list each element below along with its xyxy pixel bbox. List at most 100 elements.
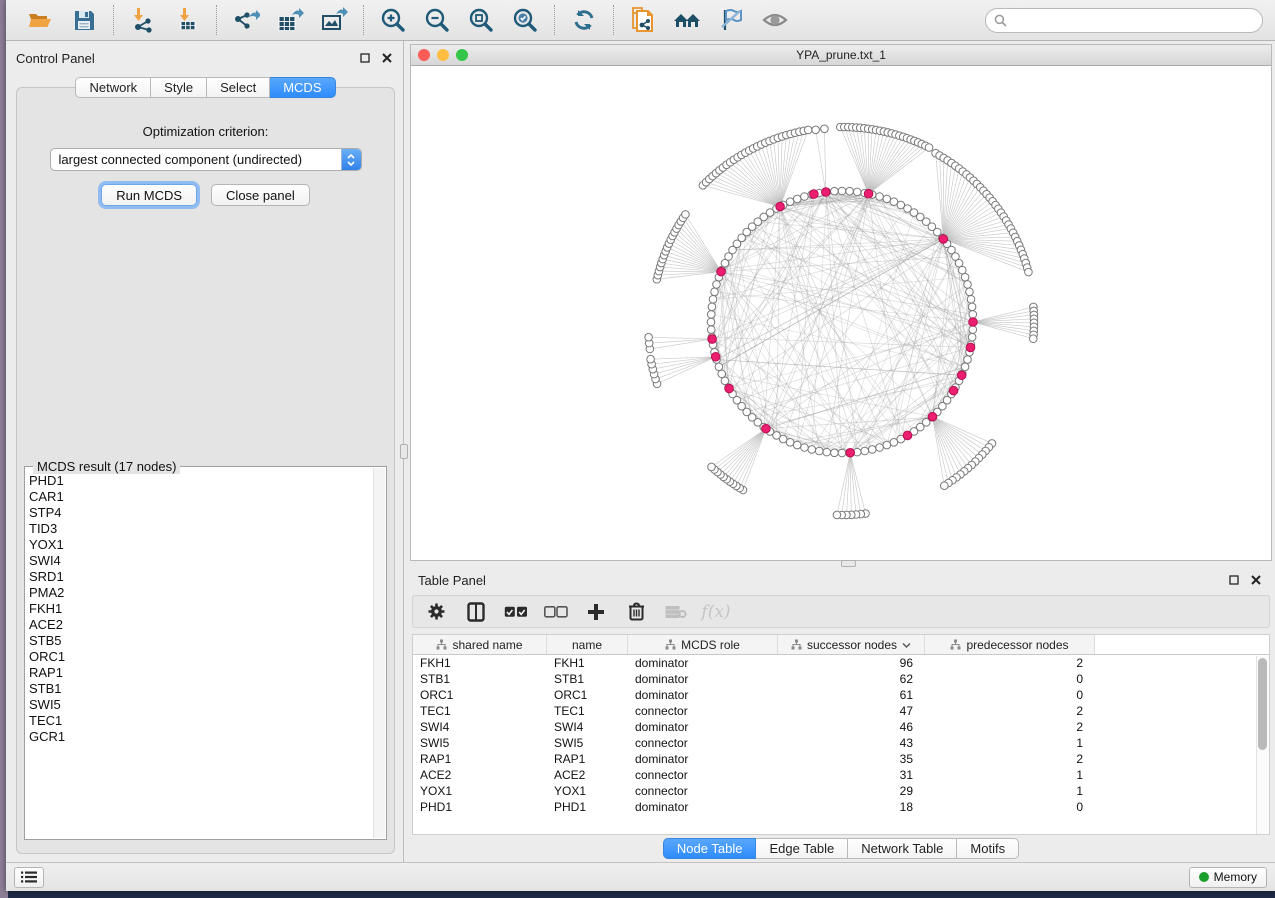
network-node[interactable]: [861, 447, 869, 455]
import-table-button[interactable]: [165, 3, 209, 37]
table-cell[interactable]: SWI4: [547, 720, 628, 734]
import-network-button[interactable]: [121, 3, 165, 37]
function-builder-button[interactable]: f(x): [703, 599, 729, 625]
refresh-button[interactable]: [562, 3, 606, 37]
mcds-result-item[interactable]: STP4: [29, 505, 372, 521]
network-node[interactable]: [958, 266, 966, 274]
table-cell[interactable]: connector: [628, 768, 778, 782]
table-cell[interactable]: 18: [778, 800, 925, 814]
table-row[interactable]: ORC1ORC1dominator610: [413, 687, 1269, 703]
mcds-dominator-node[interactable]: [708, 335, 717, 344]
open-session-button[interactable]: [18, 3, 62, 37]
network-node[interactable]: [645, 333, 653, 341]
optimization-criterion-select[interactable]: largest connected component (undirected): [50, 148, 362, 171]
table-cell[interactable]: FKH1: [547, 656, 628, 670]
deselect-all-rows-button[interactable]: [543, 599, 569, 625]
mcds-dominator-node[interactable]: [725, 384, 734, 393]
table-cell[interactable]: 1: [925, 768, 1095, 782]
table-cell[interactable]: dominator: [628, 752, 778, 766]
export-table-button[interactable]: [268, 3, 312, 37]
float-table-panel-button[interactable]: [1226, 572, 1242, 588]
zoom-out-button[interactable]: [415, 3, 459, 37]
table-cell[interactable]: PHD1: [547, 800, 628, 814]
add-column-button[interactable]: [583, 599, 609, 625]
mcds-dominator-node[interactable]: [928, 412, 937, 421]
table-cell[interactable]: dominator: [628, 800, 778, 814]
network-node[interactable]: [925, 144, 933, 152]
table-cell[interactable]: ORC1: [413, 688, 547, 702]
network-node[interactable]: [868, 446, 876, 454]
mcds-result-item[interactable]: SRD1: [29, 569, 372, 585]
network-node[interactable]: [838, 187, 846, 195]
network-node[interactable]: [801, 444, 809, 452]
zoom-in-button[interactable]: [371, 3, 415, 37]
table-cell[interactable]: 96: [778, 656, 925, 670]
tab-edge-table[interactable]: Edge Table: [756, 838, 848, 859]
mcds-result-item[interactable]: TID3: [29, 521, 372, 537]
mcds-dominator-node[interactable]: [822, 188, 831, 197]
mcds-result-item[interactable]: FKH1: [29, 601, 372, 617]
table-row[interactable]: YOX1YOX1connector291: [413, 783, 1269, 799]
show-columns-button[interactable]: [463, 599, 489, 625]
table-cell[interactable]: 1: [925, 736, 1095, 750]
table-cell[interactable]: ACE2: [547, 768, 628, 782]
table-settings-button[interactable]: [423, 599, 449, 625]
network-node[interactable]: [883, 441, 891, 449]
network-node[interactable]: [1025, 268, 1033, 276]
table-cell[interactable]: YOX1: [547, 784, 628, 798]
table-cell[interactable]: connector: [628, 736, 778, 750]
table-scrollbar[interactable]: [1256, 656, 1269, 834]
network-node[interactable]: [713, 281, 721, 289]
table-cell[interactable]: 2: [925, 720, 1095, 734]
table-row[interactable]: ACE2ACE2connector311: [413, 767, 1269, 783]
tab-network[interactable]: Network: [75, 77, 151, 98]
show-details-button[interactable]: [753, 3, 797, 37]
mcds-list-scrollbar[interactable]: [373, 468, 385, 838]
mcds-dominator-node[interactable]: [966, 343, 975, 352]
network-node[interactable]: [966, 288, 974, 296]
table-cell[interactable]: ACE2: [413, 768, 547, 782]
network-node[interactable]: [833, 511, 841, 519]
mcds-dominator-node[interactable]: [864, 189, 873, 198]
network-node[interactable]: [821, 125, 829, 133]
table-cell[interactable]: 0: [925, 688, 1095, 702]
table-cell[interactable]: dominator: [628, 688, 778, 702]
network-file-button[interactable]: [621, 3, 665, 37]
network-node[interactable]: [709, 295, 717, 303]
table-cell[interactable]: YOX1: [413, 784, 547, 798]
mcds-result-list[interactable]: PHD1CAR1STP4TID3YOX1SWI4SRD1PMA2FKH1ACE2…: [29, 473, 372, 837]
network-node[interactable]: [838, 449, 846, 457]
network-node[interactable]: [969, 326, 977, 334]
mcds-dominator-node[interactable]: [949, 386, 958, 395]
table-cell[interactable]: 31: [778, 768, 925, 782]
network-node[interactable]: [708, 303, 716, 311]
network-node[interactable]: [708, 463, 716, 471]
network-node[interactable]: [812, 126, 820, 134]
network-node[interactable]: [823, 448, 831, 456]
tab-mcds[interactable]: MCDS: [270, 77, 335, 98]
network-canvas[interactable]: [411, 66, 1271, 560]
mcds-dominator-node[interactable]: [711, 352, 720, 361]
table-cell[interactable]: STB1: [547, 672, 628, 686]
mcds-dominator-node[interactable]: [762, 424, 771, 433]
table-row[interactable]: SWI5SWI5connector431: [413, 735, 1269, 751]
table-cell[interactable]: 47: [778, 704, 925, 718]
network-window-titlebar[interactable]: YPA_prune.txt_1: [411, 45, 1271, 66]
select-all-rows-button[interactable]: [503, 599, 529, 625]
tab-network-table[interactable]: Network Table: [848, 838, 957, 859]
table-row[interactable]: RAP1RAP1dominator352: [413, 751, 1269, 767]
column-header-successor-nodes[interactable]: successor nodes: [778, 635, 925, 654]
float-panel-button[interactable]: [357, 50, 373, 66]
mcds-result-item[interactable]: SWI5: [29, 697, 372, 713]
network-node[interactable]: [707, 311, 715, 319]
table-row[interactable]: SWI4SWI4dominator462: [413, 719, 1269, 735]
table-cell[interactable]: 2: [925, 704, 1095, 718]
network-node[interactable]: [715, 363, 723, 371]
table-cell[interactable]: PHD1: [413, 800, 547, 814]
column-header-MCDS-role[interactable]: MCDS role: [628, 635, 778, 654]
table-cell[interactable]: ORC1: [547, 688, 628, 702]
table-cell[interactable]: SWI4: [413, 720, 547, 734]
table-row[interactable]: STB1STB1dominator620: [413, 671, 1269, 687]
network-node[interactable]: [964, 281, 972, 289]
mcds-result-item[interactable]: ACE2: [29, 617, 372, 633]
